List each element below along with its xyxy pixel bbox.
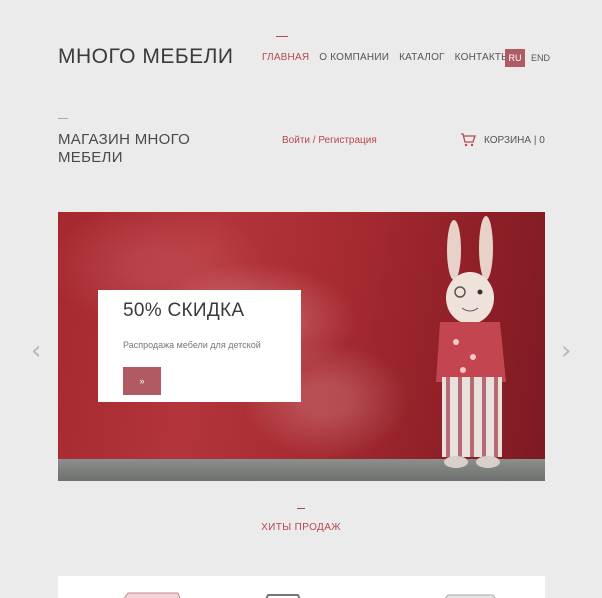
products-strip [58,576,545,598]
product-thumbnail[interactable] [433,585,503,598]
product-thumbnail[interactable] [113,585,183,598]
cart-button[interactable]: КОРЗИНА | 0 [460,133,545,147]
promo-subtitle: Распродажа мебели для детской [123,340,261,350]
nav-item-contacts[interactable]: КОНТАКТЫ [455,52,511,63]
cart-icon [461,133,476,147]
login-register-link[interactable]: Войти / Регистрация [282,135,377,146]
header-accent-line [276,36,288,37]
nav-item-about[interactable]: О КОМПАНИИ [319,52,389,63]
promo-title: 50% СКИДКА [123,300,245,321]
main-nav: ГЛАВНАЯ О КОМПАНИИ КАТАЛОГ КОНТАКТЫ [262,52,510,63]
lang-ru-button[interactable]: RU [505,49,525,67]
promo-more-button[interactable]: » [123,367,161,395]
slider-next-arrow[interactable]: › [561,336,571,366]
hits-accent-line [297,508,305,509]
site-logo[interactable]: МНОГО МЕБЕЛИ [58,45,234,69]
lang-en-button[interactable]: END [531,53,550,63]
language-switcher: RU END [505,49,550,67]
product-thumbnail[interactable] [253,585,313,598]
section-accent-line [58,118,68,119]
nav-item-home[interactable]: ГЛАВНАЯ [262,52,309,63]
store-title: МАГАЗИН МНОГО МЕБЕЛИ [58,131,191,166]
cart-label: КОРЗИНА | 0 [484,134,545,146]
slider-prev-arrow[interactable]: ‹ [31,336,41,366]
promo-card: 50% СКИДКА Распродажа мебели для детской… [98,290,301,402]
nav-item-catalog[interactable]: КАТАЛОГ [399,52,445,63]
hero-slider: 50% СКИДКА Распродажа мебели для детской… [58,212,545,481]
bunny-toy-image [436,216,506,468]
hits-section-title: ХИТЫ ПРОДАЖ [261,522,341,533]
